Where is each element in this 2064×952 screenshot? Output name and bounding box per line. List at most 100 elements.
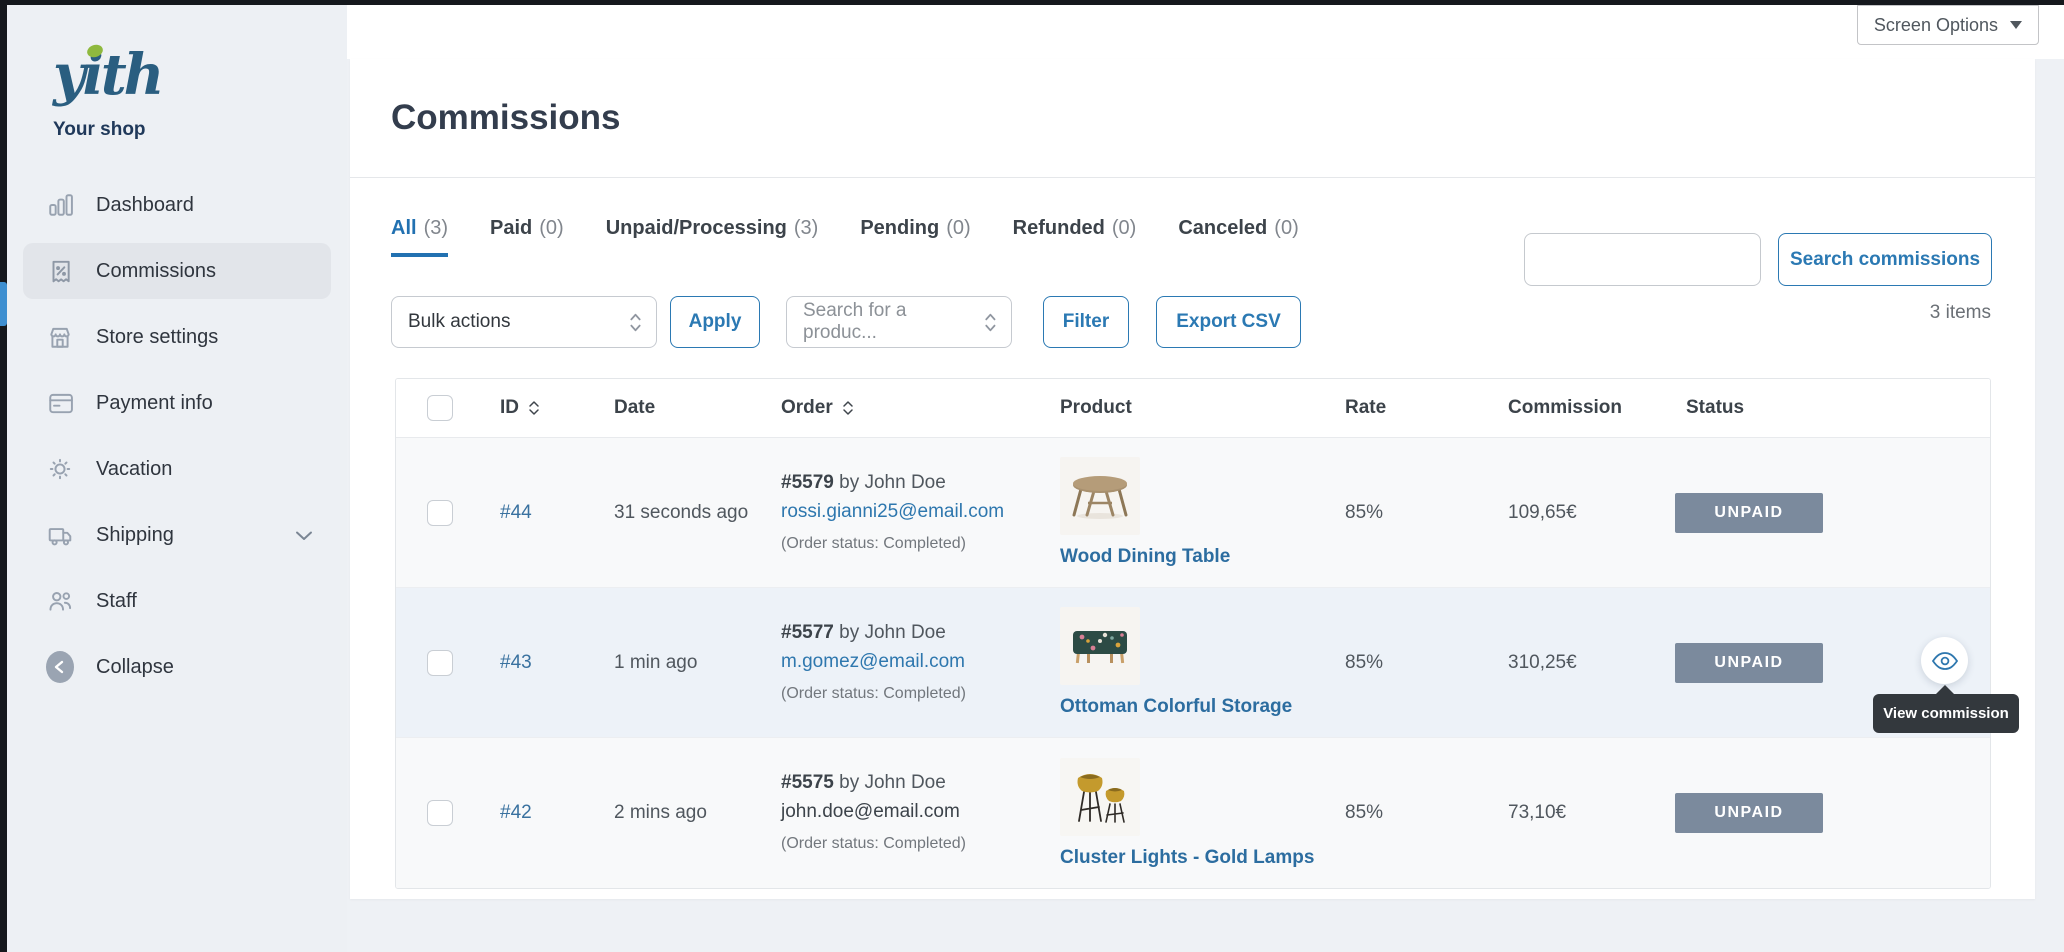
top-band	[347, 5, 2064, 59]
bulk-actions-select[interactable]: Bulk actions	[391, 296, 657, 348]
window-top-edge	[0, 0, 2064, 5]
column-label: Order	[781, 397, 833, 419]
users-icon	[46, 587, 74, 615]
tab-canceled[interactable]: Canceled(0)	[1178, 217, 1298, 257]
product-link[interactable]: Wood Dining Table	[1060, 546, 1345, 568]
status-badge: UNPAID	[1675, 643, 1823, 683]
storefront-icon	[46, 323, 74, 351]
filter-button[interactable]: Filter	[1043, 296, 1129, 348]
table-row: #43 1 min ago #5577 by John Doe m.gomez@…	[396, 588, 1990, 738]
commission-date: 2 mins ago	[614, 802, 781, 824]
toolbar: Bulk actions Apply Search for a produc..…	[391, 296, 1301, 348]
commissions-receipt-icon	[46, 257, 74, 285]
column-label: Product	[1060, 397, 1132, 419]
column-header-order[interactable]: Order	[781, 397, 1060, 419]
row-checkbox[interactable]	[427, 500, 453, 526]
tab-count: (0)	[539, 217, 563, 239]
sort-icon	[842, 399, 854, 417]
sidebar-item-label: Dashboard	[96, 194, 194, 217]
tab-refunded[interactable]: Refunded(0)	[1013, 217, 1137, 257]
commission-amount: 109,65€	[1508, 502, 1675, 524]
bulk-actions-value: Bulk actions	[408, 311, 510, 333]
table-row: #44 31 seconds ago #5579 by John Doe ros…	[396, 438, 1990, 588]
sidebar-item-commissions[interactable]: Commissions	[23, 243, 331, 299]
table-row: #42 2 mins ago #5575 by John Doe john.do…	[396, 738, 1990, 888]
triangle-down-icon	[2010, 21, 2022, 29]
sidebar-item-label: Commissions	[96, 260, 216, 283]
search-commissions-button[interactable]: Search commissions	[1778, 233, 1992, 286]
tab-label: All	[391, 217, 417, 239]
order-status: (Order status: Completed)	[781, 829, 1060, 858]
tab-label: Pending	[860, 217, 939, 239]
product-search-placeholder: Search for a produc...	[803, 300, 983, 344]
apply-button[interactable]: Apply	[670, 296, 760, 348]
column-header-id[interactable]: ID	[500, 397, 614, 419]
sidebar-item-vacation[interactable]: Vacation	[23, 441, 331, 497]
commission-rate: 85%	[1345, 502, 1508, 524]
sun-icon	[46, 455, 74, 483]
column-header-product: Product	[1060, 397, 1345, 419]
credit-card-icon	[46, 389, 74, 417]
screen-options-label: Screen Options	[1874, 15, 1998, 36]
product-cell: Ottoman Colorful Storage	[1060, 588, 1345, 737]
tab-all[interactable]: All (3)	[391, 217, 448, 257]
commission-id-link[interactable]: #42	[500, 802, 532, 823]
order-number: #5577	[781, 622, 834, 643]
select-all-checkbox[interactable]	[427, 395, 453, 421]
row-checkbox[interactable]	[427, 800, 453, 826]
tab-count: (0)	[1112, 217, 1136, 239]
sidebar-item-label: Shipping	[96, 524, 174, 547]
order-by: by John Doe	[839, 622, 946, 643]
product-search-select[interactable]: Search for a produc...	[786, 296, 1012, 348]
order-status: (Order status: Completed)	[781, 679, 1060, 708]
order-cell: #5579 by John Doe rossi.gianni25@email.c…	[781, 468, 1060, 558]
table-header-row: ID Date Order Product Rate Commission St…	[396, 379, 1990, 438]
view-commission-button[interactable]	[1921, 637, 1968, 684]
column-label: ID	[500, 397, 519, 419]
commissions-table: ID Date Order Product Rate Commission St…	[395, 378, 1991, 889]
commission-id-link[interactable]: #44	[500, 502, 532, 523]
commission-amount: 73,10€	[1508, 802, 1675, 824]
export-csv-button[interactable]: Export CSV	[1156, 296, 1301, 348]
product-link[interactable]: Ottoman Colorful Storage	[1060, 696, 1345, 718]
sidebar-item-dashboard[interactable]: Dashboard	[23, 177, 331, 233]
product-cell: Wood Dining Table	[1060, 438, 1345, 587]
customer-email: john.doe@email.com	[781, 801, 960, 822]
sort-icon	[528, 399, 540, 417]
column-label: Status	[1686, 397, 1744, 419]
product-link[interactable]: Cluster Lights - Gold Lamps	[1060, 847, 1345, 869]
commission-rate: 85%	[1345, 802, 1508, 824]
items-count: 3 items	[1930, 302, 1991, 324]
tab-pending[interactable]: Pending(0)	[860, 217, 970, 257]
tab-count: (3)	[424, 217, 448, 239]
row-checkbox[interactable]	[427, 650, 453, 676]
column-label: Date	[614, 397, 655, 419]
sidebar-item-shipping[interactable]: Shipping	[23, 507, 331, 563]
sidebar-collapse-button[interactable]: Collapse	[23, 639, 331, 695]
sidebar-item-label: Staff	[96, 590, 137, 613]
wood-dining-table-thumbnail	[1060, 457, 1140, 535]
column-label: Commission	[1508, 397, 1622, 419]
order-status: (Order status: Completed)	[781, 529, 1060, 558]
collapse-arrow-icon	[46, 653, 74, 681]
screen-options-button[interactable]: Screen Options	[1857, 5, 2039, 45]
sidebar-item-payment-info[interactable]: Payment info	[23, 375, 331, 431]
collapse-label: Collapse	[96, 656, 174, 679]
sidebar-item-staff[interactable]: Staff	[23, 573, 331, 629]
order-cell: #5577 by John Doe m.gomez@email.com (Ord…	[781, 618, 1060, 708]
column-label: Rate	[1345, 397, 1386, 419]
order-by: by John Doe	[839, 772, 946, 793]
ottoman-colorful-storage-thumbnail	[1060, 607, 1140, 685]
tab-paid[interactable]: Paid(0)	[490, 217, 564, 257]
chevron-down-icon[interactable]	[295, 524, 313, 547]
commission-date: 1 min ago	[614, 652, 781, 674]
status-tabs: All (3) Paid(0) Unpaid/Processing(3) Pend…	[391, 217, 1299, 257]
search-commissions-input[interactable]	[1524, 233, 1761, 286]
customer-email-link[interactable]: rossi.gianni25@email.com	[781, 501, 1004, 522]
tab-unpaid-processing[interactable]: Unpaid/Processing(3)	[606, 217, 819, 257]
sidebar-item-store-settings[interactable]: Store settings	[23, 309, 331, 365]
customer-email-link[interactable]: m.gomez@email.com	[781, 651, 965, 672]
commission-rate: 85%	[1345, 652, 1508, 674]
commission-id-link[interactable]: #43	[500, 652, 532, 673]
product-cell: Cluster Lights - Gold Lamps	[1060, 738, 1345, 888]
